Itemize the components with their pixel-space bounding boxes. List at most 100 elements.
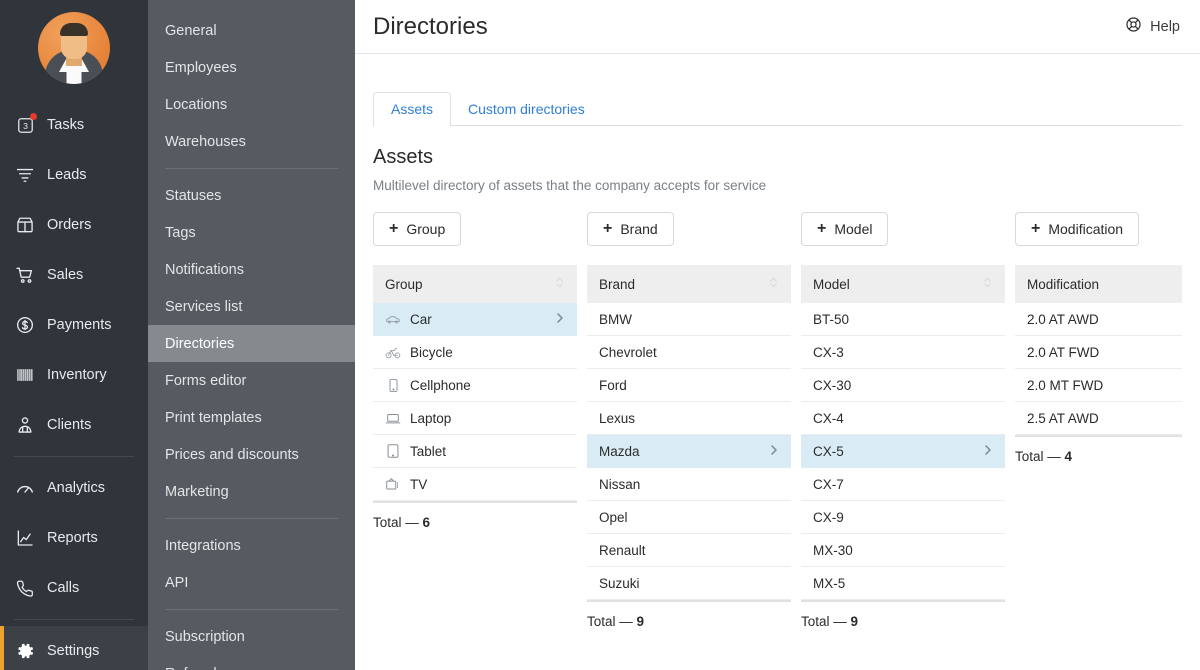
list-item[interactable]: Ford xyxy=(587,369,791,402)
list-item[interactable]: CX-7 xyxy=(801,468,1005,501)
settings-nav-item-employees[interactable]: Employees xyxy=(148,49,355,86)
settings-nav-item-forms-editor[interactable]: Forms editor xyxy=(148,362,355,399)
settings-nav-item-directories[interactable]: Directories xyxy=(148,325,355,362)
settings-nav-item-tags[interactable]: Tags xyxy=(148,214,355,251)
list-item[interactable]: CX-4 xyxy=(801,402,1005,435)
sidebar-item-label: Calls xyxy=(47,580,80,596)
list-item[interactable]: Bicycle xyxy=(373,336,577,369)
column-brand: + Brand Brand BMW Chevrolet Ford Lexus Mazda Nis… xyxy=(587,212,801,629)
sidebar-item-reports[interactable]: Reports xyxy=(0,513,148,563)
column-header-label: Brand xyxy=(599,276,636,292)
list-item[interactable]: Tablet xyxy=(373,435,577,468)
sidebar-item-tasks[interactable]: 3 Tasks xyxy=(0,100,148,150)
sidebar-item-analytics[interactable]: Analytics xyxy=(0,463,148,513)
settings-nav-item-notifications[interactable]: Notifications xyxy=(148,251,355,288)
list-item[interactable]: CX-30 xyxy=(801,369,1005,402)
settings-nav-item-locations[interactable]: Locations xyxy=(148,86,355,123)
list-item[interactable]: Opel xyxy=(587,501,791,534)
inventory-barcode-icon xyxy=(14,364,36,386)
plus-icon: + xyxy=(1031,220,1041,237)
list-item[interactable]: CX-9 xyxy=(801,501,1005,534)
avatar[interactable] xyxy=(38,12,110,84)
settings-nav-item-integrations[interactable]: Integrations xyxy=(148,527,355,564)
help-button[interactable]: Help xyxy=(1125,16,1180,37)
settings-nav-item-prices-and-discounts[interactable]: Prices and discounts xyxy=(148,436,355,473)
list-item[interactable]: Laptop xyxy=(373,402,577,435)
sort-toggle-icon[interactable] xyxy=(768,276,779,292)
sidebar-item-label: Payments xyxy=(47,317,112,333)
settings-nav-divider xyxy=(165,518,338,519)
sidebar-item-label: Orders xyxy=(47,217,92,233)
help-lifebuoy-icon xyxy=(1125,16,1142,37)
add-modification-button[interactable]: + Modification xyxy=(1015,212,1140,246)
list-item-label: Nissan xyxy=(599,476,641,492)
list-item[interactable]: Suzuki xyxy=(587,567,791,600)
sidebar-item-clients[interactable]: Clients xyxy=(0,400,148,450)
list-item[interactable]: Chevrolet xyxy=(587,336,791,369)
list-item[interactable]: Nissan xyxy=(587,468,791,501)
add-button-label: Model xyxy=(834,221,873,237)
assets-section: Assets Multilevel directory of assets th… xyxy=(355,126,1200,629)
sort-toggle-icon[interactable] xyxy=(982,276,993,292)
list-item[interactable]: 2.0 AT FWD xyxy=(1015,336,1182,369)
tab-custom-directories[interactable]: Custom directories xyxy=(451,93,602,126)
sidebar-item-leads[interactable]: Leads xyxy=(0,150,148,200)
sidebar-item-settings[interactable]: Settings xyxy=(0,626,148,670)
list-item[interactable]: MX-5 xyxy=(801,567,1005,600)
clients-person-icon xyxy=(14,414,36,436)
list-item[interactable]: MX-30 xyxy=(801,534,1005,567)
sidebar-item-label: Analytics xyxy=(47,480,106,496)
column-header-group[interactable]: Group xyxy=(373,265,577,303)
settings-nav-label: General xyxy=(165,22,217,39)
settings-nav-item-subscription[interactable]: Subscription xyxy=(148,618,355,655)
list-item[interactable]: 2.0 AT AWD xyxy=(1015,303,1182,336)
sidebar-item-payments[interactable]: Payments xyxy=(0,300,148,350)
sidebar-item-orders[interactable]: Orders xyxy=(0,200,148,250)
list-item[interactable]: Lexus xyxy=(587,402,791,435)
tab-assets[interactable]: Assets xyxy=(373,92,452,127)
list-item[interactable]: Renault xyxy=(587,534,791,567)
list-item-label: CX-30 xyxy=(813,377,852,393)
main-content: Directories Help Assets Custom directorie… xyxy=(355,0,1200,670)
list-item[interactable]: 2.0 MT FWD xyxy=(1015,369,1182,402)
list-item[interactable]: TV xyxy=(373,468,577,501)
column-header-brand[interactable]: Brand xyxy=(587,265,791,303)
add-brand-button[interactable]: + Brand xyxy=(587,212,674,246)
settings-nav-item-warehouses[interactable]: Warehouses xyxy=(148,123,355,160)
settings-nav-item-marketing[interactable]: Marketing xyxy=(148,473,355,510)
list-item[interactable]: CX-3 xyxy=(801,336,1005,369)
total-label: Total — xyxy=(587,614,633,629)
list-item[interactable]: BT-50 xyxy=(801,303,1005,336)
sales-cart-icon xyxy=(14,264,36,286)
settings-nav-item-referral-program[interactable]: Referral program xyxy=(148,655,355,670)
avatar-container[interactable] xyxy=(0,0,148,98)
list-item[interactable]: Car xyxy=(373,303,577,336)
list-item-label: MX-30 xyxy=(813,542,853,558)
list-item[interactable]: BMW xyxy=(587,303,791,336)
add-button-label: Group xyxy=(406,221,446,237)
settings-nav-item-print-templates[interactable]: Print templates xyxy=(148,399,355,436)
sidebar-item-inventory[interactable]: Inventory xyxy=(0,350,148,400)
chevron-right-icon xyxy=(769,444,779,459)
settings-nav-item-statuses[interactable]: Statuses xyxy=(148,177,355,214)
column-model: + Model Model BT-50 CX-3 CX-30 CX-4 CX-5 CX-7 CX-… xyxy=(801,212,1015,629)
column-header-label: Modification xyxy=(1027,276,1100,292)
list-item[interactable]: Cellphone xyxy=(373,369,577,402)
list-item[interactable]: 2.5 AT AWD xyxy=(1015,402,1182,435)
settings-nav-item-general[interactable]: General xyxy=(148,12,355,49)
column-header-modification[interactable]: Modification xyxy=(1015,265,1182,303)
column-header-model[interactable]: Model xyxy=(801,265,1005,303)
settings-nav-item-api[interactable]: API xyxy=(148,564,355,601)
top-bar: Directories Help xyxy=(355,0,1200,54)
add-button-label: Modification xyxy=(1048,221,1124,237)
sidebar-item-calls[interactable]: Calls xyxy=(0,563,148,613)
settings-nav-item-services-list[interactable]: Services list xyxy=(148,288,355,325)
total-count-modification: Total — 4 xyxy=(1015,435,1182,464)
add-model-button[interactable]: + Model xyxy=(801,212,889,246)
add-group-button[interactable]: + Group xyxy=(373,212,462,246)
sidebar-item-sales[interactable]: Sales xyxy=(0,250,148,300)
list-item[interactable]: CX-5 xyxy=(801,435,1005,468)
sidebar-item-label: Tasks xyxy=(47,117,85,133)
list-item[interactable]: Mazda xyxy=(587,435,791,468)
sort-toggle-icon[interactable] xyxy=(554,276,565,292)
